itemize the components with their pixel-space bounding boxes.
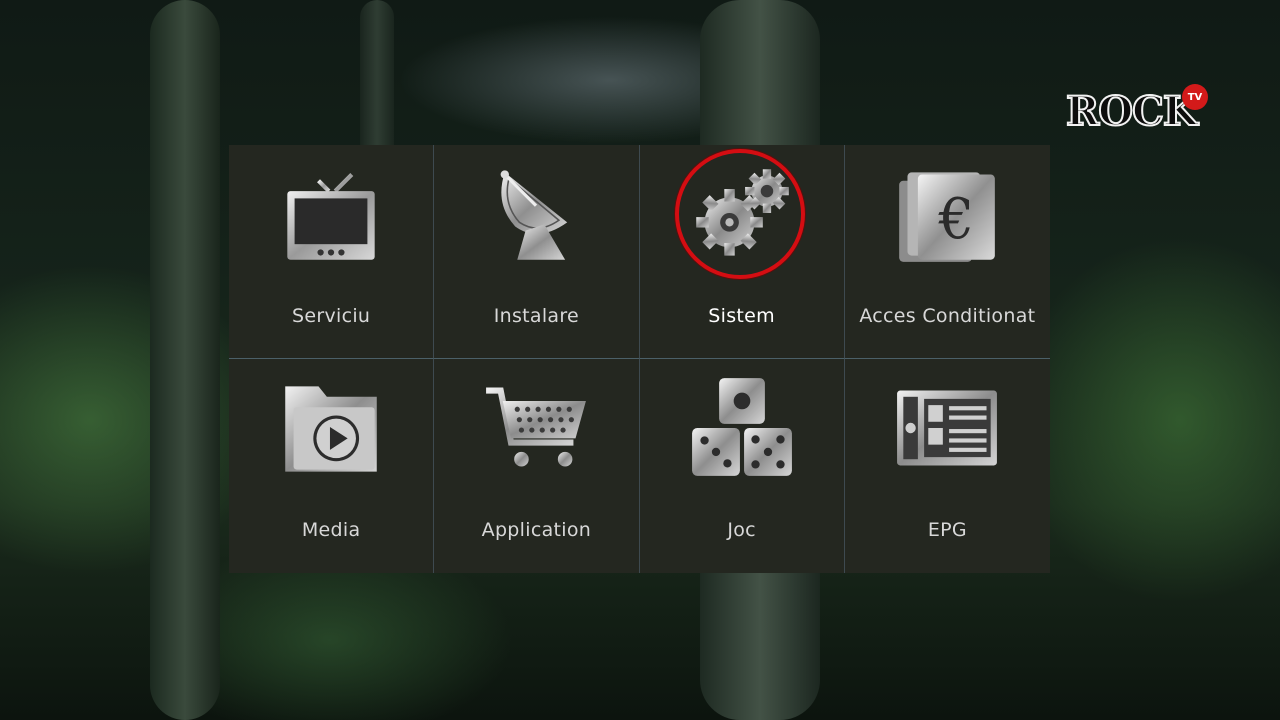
menu-item-serviciu[interactable]: Serviciu: [229, 145, 435, 359]
tv-icon: [276, 159, 386, 269]
menu-item-label: Media: [301, 519, 361, 541]
euro-cards-icon: €: [892, 159, 1002, 269]
gears-icon: [674, 149, 805, 279]
menu-item-label: Application: [481, 519, 592, 541]
menu-item-acces-conditionat[interactable]: € Acces Conditionat: [844, 145, 1050, 359]
menu-item-media[interactable]: Media: [229, 359, 435, 573]
menu-item-joc[interactable]: Joc: [640, 359, 845, 573]
menu-item-label: Instalare: [493, 305, 580, 327]
epg-guide-icon: [892, 373, 1002, 483]
shopping-cart-icon: [481, 373, 591, 483]
menu-item-instalare[interactable]: Instalare: [434, 145, 640, 359]
menu-item-sistem[interactable]: Sistem: [639, 145, 845, 359]
svg-text:€: €: [938, 187, 975, 252]
dice-icon: [687, 373, 797, 483]
menu-item-epg[interactable]: EPG: [845, 359, 1050, 573]
channel-logo-badge: TV: [1182, 84, 1208, 110]
main-menu-grid: Serviciu Instalare Sistem € Acces Condit…: [229, 145, 1050, 573]
satellite-dish-icon: [481, 159, 591, 269]
channel-logo-text: ROCK: [1065, 87, 1199, 136]
tree-trunk-left: [150, 0, 220, 720]
selection-highlight-ring: [674, 149, 805, 279]
menu-item-label: Serviciu: [291, 305, 371, 327]
menu-item-label: Sistem: [708, 305, 775, 327]
menu-item-application[interactable]: Application: [434, 359, 640, 573]
channel-logo: ROCK TV: [1065, 84, 1216, 136]
menu-item-label: Joc: [727, 519, 756, 541]
menu-item-label: EPG: [927, 519, 967, 541]
media-folder-icon: [276, 373, 386, 483]
menu-item-label: Acces Conditionat: [859, 305, 1036, 327]
